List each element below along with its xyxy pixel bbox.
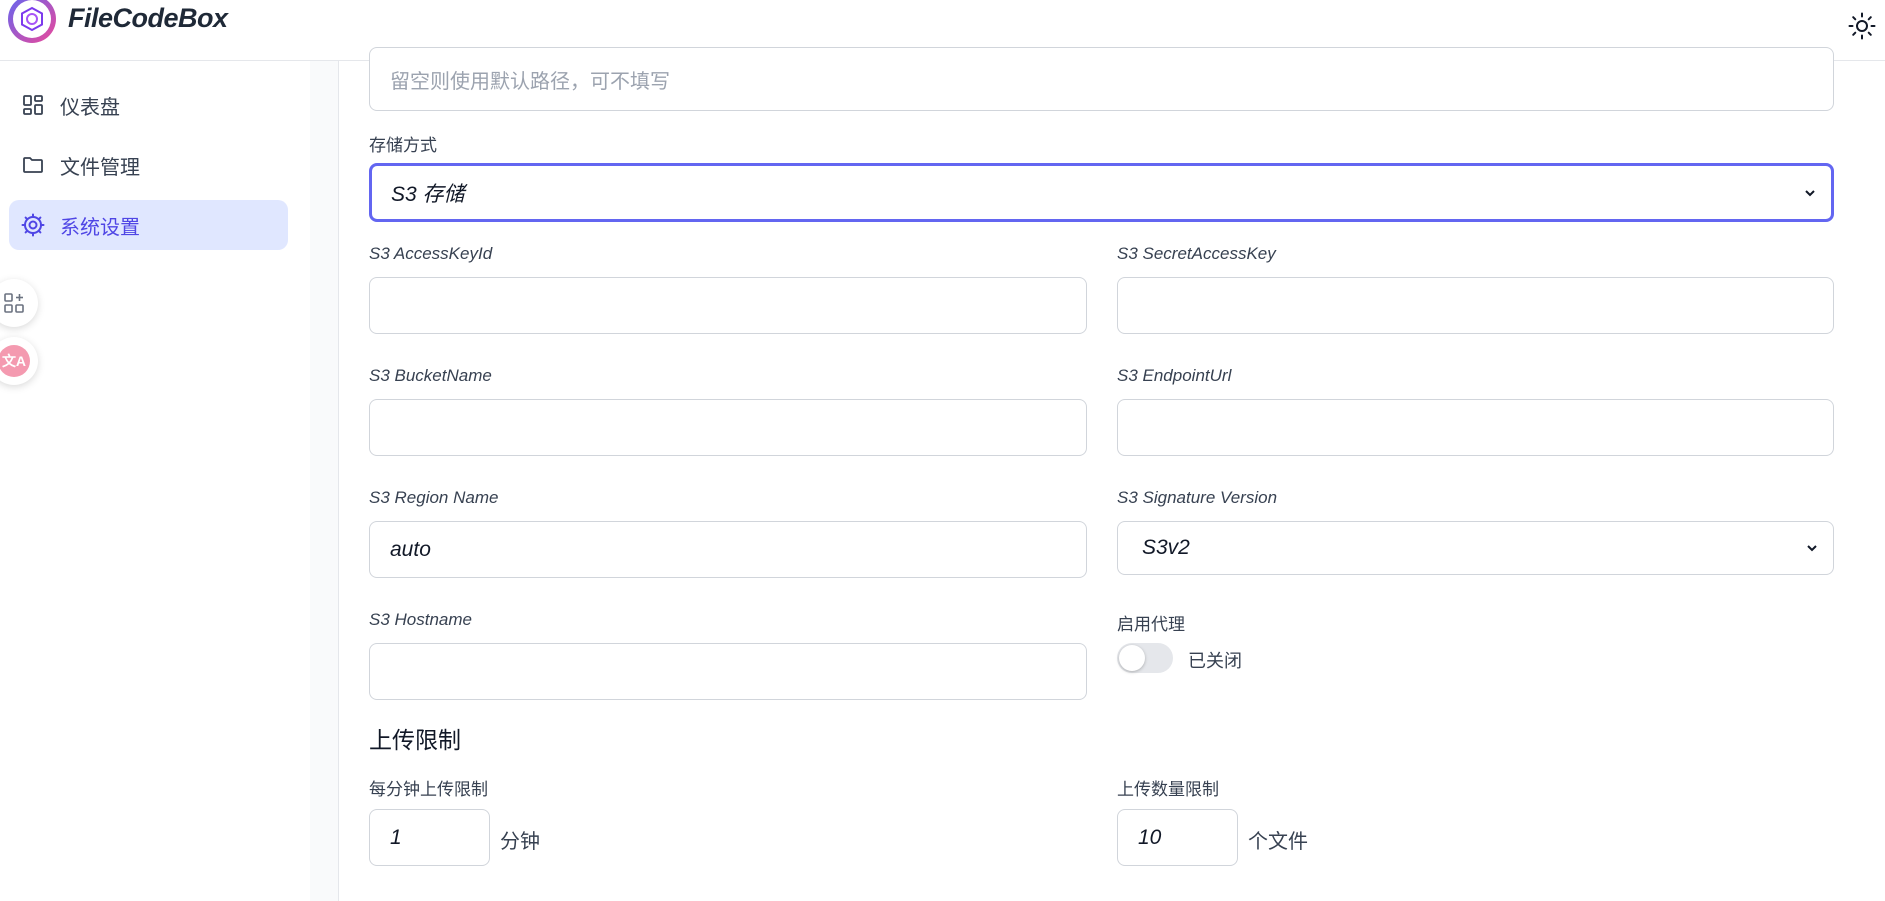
storage-method-label: 存储方式 xyxy=(369,136,437,155)
s3-endpoint-url-input[interactable] xyxy=(1117,399,1834,456)
sidebar: 仪表盘 文件管理 系统设置 文A xyxy=(0,61,310,901)
s3-signature-version-select[interactable]: S3v2 xyxy=(1117,521,1834,575)
sun-icon xyxy=(1848,12,1876,40)
s3-region-name-input[interactable]: auto xyxy=(369,521,1087,578)
sidebar-item-dashboard[interactable]: 仪表盘 xyxy=(9,80,288,130)
proxy-state-text: 已关闭 xyxy=(1188,651,1242,671)
dashboard-icon xyxy=(20,92,46,118)
upload-count-limit-label: 上传数量限制 xyxy=(1117,780,1219,799)
s3-endpoint-url-label: S3 EndpointUrl xyxy=(1117,366,1232,385)
sidebar-item-label: 系统设置 xyxy=(60,216,140,239)
app-name: FileCodeBox xyxy=(68,2,228,33)
per-minute-limit-unit: 分钟 xyxy=(500,831,540,853)
proxy-label: 启用代理 xyxy=(1117,615,1185,634)
storage-path-placeholder: 留空则使用默认路径，可不填写 xyxy=(390,70,670,93)
s3-bucket-name-label: S3 BucketName xyxy=(369,366,492,385)
upload-count-limit-input[interactable]: 10 xyxy=(1117,809,1238,866)
sidebar-item-file-management[interactable]: 文件管理 xyxy=(9,140,288,190)
s3-region-name-value: auto xyxy=(390,537,431,561)
logo-icon xyxy=(8,0,56,43)
s3-region-name-label: S3 Region Name xyxy=(369,488,499,507)
sidebar-item-label: 文件管理 xyxy=(60,156,140,179)
app-logo[interactable]: FileCodeBox xyxy=(8,0,228,44)
add-apps-icon xyxy=(4,293,24,313)
per-minute-limit-input[interactable]: 1 xyxy=(369,809,490,866)
s3-access-key-id-label: S3 AccessKeyId xyxy=(369,244,493,263)
s3-bucket-name-input[interactable] xyxy=(369,399,1087,456)
upload-count-limit-unit: 个文件 xyxy=(1248,831,1308,853)
per-minute-limit-value: 1 xyxy=(390,825,402,849)
chevron-down-icon xyxy=(1805,189,1815,196)
toggle-knob xyxy=(1119,645,1145,671)
language-button[interactable]: 文A xyxy=(0,337,38,385)
chevron-down-icon xyxy=(1807,545,1817,552)
translate-icon: 文A xyxy=(0,345,30,377)
settings-panel: 留空则使用默认路径，可不填写 存储方式 S3 存储 S3 AccessKeyId… xyxy=(338,47,1885,901)
per-minute-limit-label: 每分钟上传限制 xyxy=(369,780,488,799)
s3-signature-version-label: S3 Signature Version xyxy=(1117,488,1278,507)
s3-access-key-id-input[interactable] xyxy=(369,277,1087,334)
s3-signature-version-value: S3v2 xyxy=(1142,536,1190,559)
s3-secret-access-key-input[interactable] xyxy=(1117,277,1834,334)
add-apps-button[interactable] xyxy=(0,279,38,327)
sidebar-item-system-settings[interactable]: 系统设置 xyxy=(9,200,288,250)
theme-toggle-button[interactable] xyxy=(1846,10,1878,42)
s3-hostname-input[interactable] xyxy=(369,643,1087,700)
storage-path-input[interactable]: 留空则使用默认路径，可不填写 xyxy=(369,47,1834,111)
folder-icon xyxy=(20,152,46,178)
upload-count-limit-value: 10 xyxy=(1138,825,1162,849)
gear-icon xyxy=(20,212,46,238)
proxy-toggle[interactable] xyxy=(1117,643,1173,673)
storage-method-value: S3 存储 xyxy=(391,182,465,206)
sidebar-item-label: 仪表盘 xyxy=(60,96,120,119)
storage-method-select[interactable]: S3 存储 xyxy=(369,163,1834,222)
upload-limits-title: 上传限制 xyxy=(369,727,461,753)
s3-hostname-label: S3 Hostname xyxy=(369,610,472,629)
s3-secret-access-key-label: S3 SecretAccessKey xyxy=(1117,244,1276,263)
